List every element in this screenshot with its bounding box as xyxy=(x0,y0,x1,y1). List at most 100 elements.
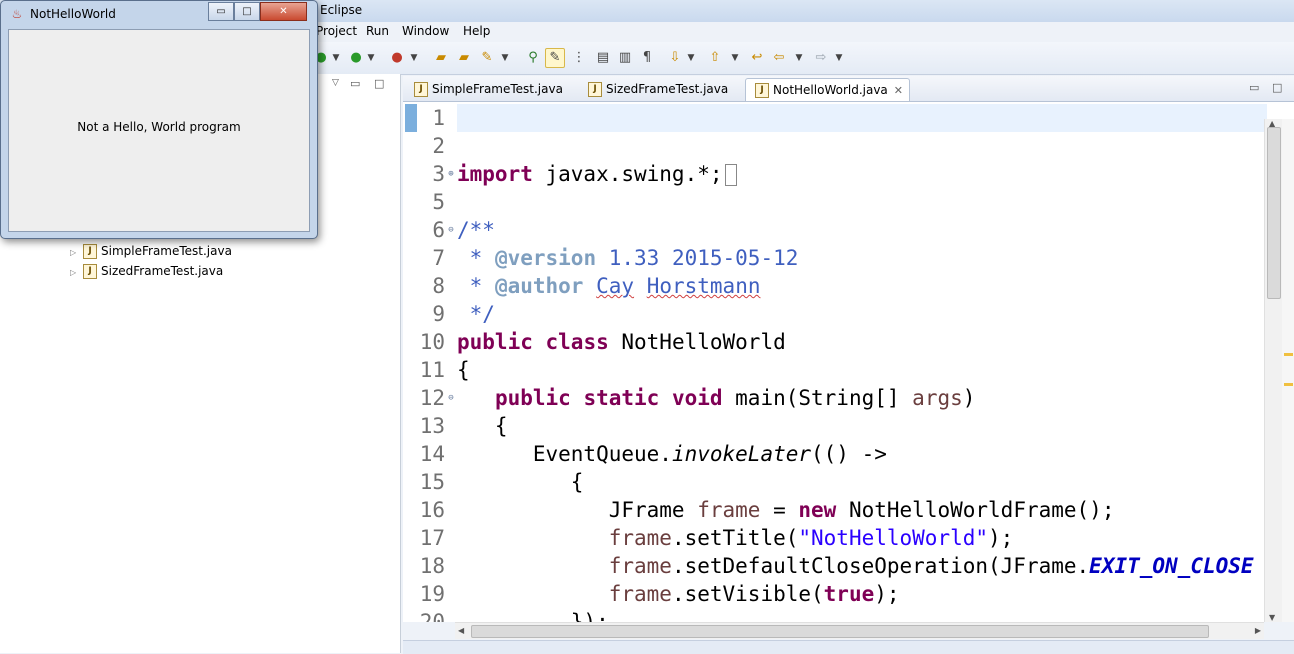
editor-tab-bar: J SimpleFrameTest.java J SizedFrameTest.ja… xyxy=(403,76,1294,102)
word-wrap-icon[interactable]: ▥ xyxy=(616,49,634,67)
line-number: 2 xyxy=(432,134,445,158)
open-task-icon[interactable]: ✎ xyxy=(478,49,496,67)
overview-marker[interactable] xyxy=(1284,353,1293,356)
paragraph-icon[interactable]: ¶ xyxy=(638,49,656,67)
tab-sizedframetest[interactable]: J SizedFrameTest.java xyxy=(579,78,734,100)
nothelloworld-window[interactable]: ♨ NotHelloWorld ▭ □ ✕ Not a Hello, World… xyxy=(0,0,318,239)
swing-content-panel: Not a Hello, World program xyxy=(8,29,310,232)
next-annotation-dropdown-icon[interactable]: ▼ xyxy=(686,49,696,67)
expand-arrow-icon[interactable]: ▷ xyxy=(70,248,80,257)
show-whitespace-icon[interactable]: ▤ xyxy=(594,49,612,67)
forward-dropdown-icon[interactable]: ▼ xyxy=(834,49,844,67)
menu-window[interactable]: Window xyxy=(402,24,449,38)
vertical-scrollbar[interactable]: ▲ ▼ xyxy=(1264,119,1282,622)
menu-run[interactable]: Run xyxy=(366,24,389,38)
line-number: 3 xyxy=(432,162,445,186)
line-number: 9 xyxy=(432,302,445,326)
debug-dropdown-icon[interactable]: ▼ xyxy=(366,49,376,67)
overview-marker[interactable] xyxy=(1284,383,1293,386)
tree-item-label: SizedFrameTest.java xyxy=(101,264,224,278)
bottom-panel-strip xyxy=(403,640,1294,654)
toggle-block-selection-icon[interactable]: ⋮ xyxy=(570,49,588,67)
minimize-editor-icon[interactable]: ▭ xyxy=(1249,81,1259,94)
debug-icon[interactable]: ● xyxy=(347,49,365,67)
swing-title-bar[interactable]: ♨ NotHelloWorld ▭ □ ✕ xyxy=(1,1,317,27)
close-tab-icon[interactable]: ✕ xyxy=(894,84,903,97)
collapse-fold-icon[interactable]: ⊖ xyxy=(445,384,457,412)
horizontal-scroll-thumb[interactable] xyxy=(471,625,1209,638)
tab-simpleframetest[interactable]: J SimpleFrameTest.java xyxy=(405,78,569,100)
code-line: 10 public class NotHelloWorld xyxy=(403,328,1294,356)
last-edit-location-icon[interactable]: ↩ xyxy=(748,49,766,67)
code-line: 7 * @version 1.33 2015-05-12 xyxy=(403,244,1294,272)
tab-label: NotHelloWorld.java xyxy=(773,83,888,97)
java-cup-icon: ♨ xyxy=(11,7,23,21)
menu-help[interactable]: Help xyxy=(463,24,490,38)
java-file-icon: J xyxy=(83,264,97,279)
minimize-button[interactable]: ▭ xyxy=(208,2,234,21)
code-line: 2 xyxy=(403,132,1294,160)
search-icon[interactable]: ⚲ xyxy=(524,49,542,67)
open-task-dropdown-icon[interactable]: ▼ xyxy=(500,49,510,67)
swing-window-title: NotHelloWorld xyxy=(30,7,116,21)
code-line: 18 frame.setDefaultCloseOperation(JFrame… xyxy=(403,552,1294,580)
maximize-button[interactable]: □ xyxy=(234,2,260,21)
scroll-right-icon[interactable]: ▶ xyxy=(1255,626,1261,635)
line-number: 7 xyxy=(432,246,445,270)
expand-fold-icon[interactable]: ⊕ xyxy=(445,160,457,188)
collapse-fold-icon[interactable]: ⊖ xyxy=(445,216,457,244)
eclipse-title: Eclipse xyxy=(320,3,363,17)
toggle-mark-occurrences-icon[interactable]: ✎ xyxy=(545,48,565,68)
tree-item[interactable]: ▷ J SizedFrameTest.java xyxy=(70,264,223,282)
minimize-view-icon[interactable]: ▭ xyxy=(350,77,360,90)
code-editor[interactable]: 1 2 3 ⊕ import javax.swing.*; 5 6 ⊖/** 7 * … xyxy=(403,102,1294,622)
scroll-left-icon[interactable]: ◀ xyxy=(458,626,464,635)
tree-item[interactable]: ▷ J SimpleFrameTest.java xyxy=(70,244,232,262)
back-dropdown-icon[interactable]: ▼ xyxy=(794,49,804,67)
java-file-icon: J xyxy=(755,83,769,98)
tab-label: SizedFrameTest.java xyxy=(606,82,729,96)
previous-annotation-dropdown-icon[interactable]: ▼ xyxy=(730,49,740,67)
code-line: 1 xyxy=(403,104,1294,132)
tab-nothelloworld[interactable]: J NotHelloWorld.java ✕ xyxy=(745,78,911,101)
line-number: 20 xyxy=(419,610,445,622)
scroll-down-icon[interactable]: ▼ xyxy=(1269,613,1275,622)
code-line: 19 frame.setVisible(true); xyxy=(403,580,1294,608)
forward-icon[interactable]: ⇨ xyxy=(812,49,830,67)
expand-arrow-icon[interactable]: ▷ xyxy=(70,268,80,277)
run-dropdown-icon[interactable]: ▼ xyxy=(331,49,341,67)
next-annotation-icon[interactable]: ⇩ xyxy=(666,49,684,67)
line-number: 14 xyxy=(419,442,445,466)
line-number: 11 xyxy=(419,358,445,382)
code-line: 5 xyxy=(403,188,1294,216)
close-button[interactable]: ✕ xyxy=(260,2,307,21)
line-number: 18 xyxy=(419,554,445,578)
line-number: 6 xyxy=(432,218,445,242)
view-menu-icon[interactable]: ▽ xyxy=(332,78,339,88)
previous-annotation-icon[interactable]: ⇧ xyxy=(706,49,724,67)
swing-message: Not a Hello, World program xyxy=(77,120,241,134)
back-icon[interactable]: ⇦ xyxy=(770,49,788,67)
code-line: 9 */ xyxy=(403,300,1294,328)
code-line: 17 frame.setTitle("NotHelloWorld"); xyxy=(403,524,1294,552)
horizontal-scrollbar[interactable]: ◀ ▶ xyxy=(455,622,1264,639)
line-number: 8 xyxy=(432,274,445,298)
java-file-icon: J xyxy=(83,244,97,259)
external-tools-dropdown-icon[interactable]: ▼ xyxy=(409,49,419,67)
new-package-icon[interactable]: ▰ xyxy=(432,49,450,67)
maximize-editor-icon[interactable]: □ xyxy=(1272,81,1282,94)
line-number: 5 xyxy=(432,190,445,214)
maximize-view-icon[interactable]: □ xyxy=(374,77,384,90)
line-number: 13 xyxy=(419,414,445,438)
java-file-icon: J xyxy=(588,82,602,97)
vertical-scroll-thumb[interactable] xyxy=(1267,127,1281,299)
open-type-icon[interactable]: ▰ xyxy=(455,49,473,67)
code-line: 12 ⊖ public static void main(String[] arg… xyxy=(403,384,1294,412)
folded-imports-box[interactable] xyxy=(724,164,737,186)
line-number: 19 xyxy=(419,582,445,606)
line-number: 12 xyxy=(419,386,445,410)
menu-project[interactable]: Project xyxy=(316,24,357,38)
line-number: 16 xyxy=(419,498,445,522)
overview-ruler[interactable] xyxy=(1282,119,1294,622)
external-tools-icon[interactable]: ● xyxy=(388,49,406,67)
